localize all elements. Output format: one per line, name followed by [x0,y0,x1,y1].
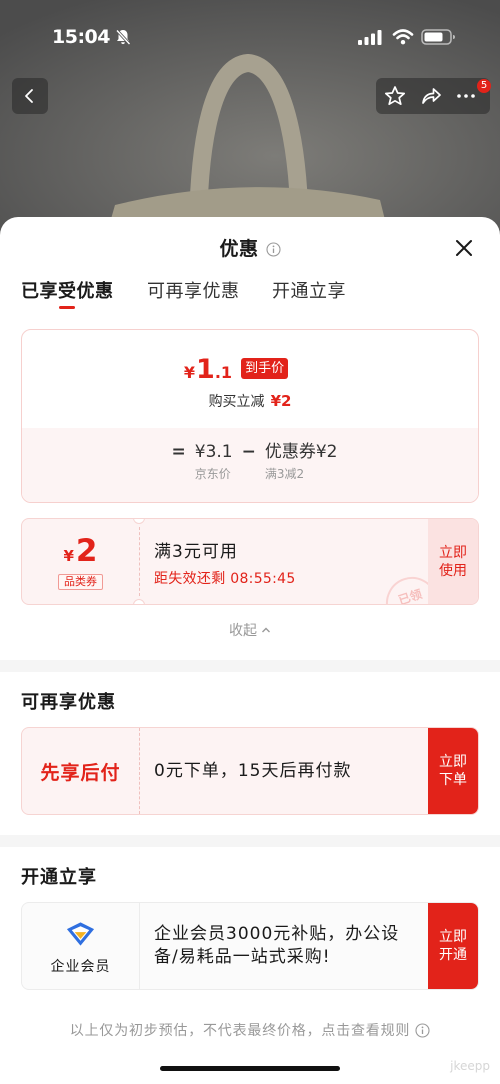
battery-icon [421,29,455,45]
tab-label: 开通立享 [272,281,346,302]
offers-sheet: 优惠 已享受优惠 可再享优惠 开通立享 ¥ 1 .1 到手价 购买立减 ¥2 =… [0,217,500,1084]
coupon-countdown: 距失效还剩 08:55:45 [154,570,296,588]
base-price: ¥3.1 [194,442,233,462]
enterprise-member-section: 企业会员 [22,903,139,989]
pay-later-name-section: 先享后付 [22,728,139,814]
collapse-label: 收起 [229,623,257,639]
base-price-column: ¥3.1 京东价 [195,441,233,482]
coupon-condition: 满3元可用 [154,542,238,562]
info-icon [415,1022,430,1038]
sheet-header: 优惠 [0,236,500,262]
info-icon[interactable] [265,241,281,257]
final-price-row: ¥ 1 .1 到手价 [22,354,478,388]
bell-slash-icon [115,29,131,46]
more-badge: 5 [477,79,491,93]
sheet-title: 优惠 [219,238,259,260]
enterprise-member-name: 企业会员 [50,959,111,975]
share-button[interactable] [413,78,449,114]
enterprise-member-description-text: 企业会员3000元补贴，办公设备/易耗品一站式采购! [154,924,400,967]
wifi-icon [392,29,414,45]
favorite-button[interactable] [377,78,413,114]
coupon-type-badge: 品类券 [58,574,103,590]
final-price: ¥ 1 .1 [184,353,232,390]
equals-sign: = [171,442,186,462]
chevron-up-icon [262,627,270,633]
more-icon [457,94,475,98]
pay-later-name: 先享后付 [40,761,121,784]
membership-title: 开通立享 [21,867,97,888]
order-now-button[interactable]: 立即下单 [428,728,478,814]
back-button[interactable] [12,78,48,114]
base-price-label: 京东价 [194,467,231,481]
enterprise-member-icon [66,922,95,946]
pay-later-description: 0元下单，15天后再付款 [154,728,424,814]
status-bar: 15:04 [0,0,500,60]
rules-note-text: 以上仅为初步预估，不代表最终价格，点击查看规则 [69,1023,411,1039]
final-price-tag: 到手价 [241,357,289,379]
enterprise-member-description: 企业会员3000元补贴，办公设备/易耗品一站式采购! [154,903,406,989]
minus-sign: − [241,442,256,462]
section-divider [0,835,500,847]
tab-active-indicator [59,306,76,309]
claimed-stamp-text: 已领 [396,586,424,605]
coupon-amount: ¥ 2 [22,533,139,569]
price-decimal: .1 [214,362,233,382]
more-offers-title: 可再享优惠 [21,692,116,713]
tab-enjoyed-offers[interactable]: 已享受优惠 [21,280,114,309]
back-icon [25,89,33,103]
card-divider [139,728,140,814]
use-coupon-label: 立即使用 [438,544,467,579]
coupon-amount-value: 2 [75,533,98,569]
tab-more-offers[interactable]: 可再享优惠 [147,280,240,304]
share-icon [422,88,441,104]
price-integer: 1 [196,353,215,385]
pay-later-description-text: 0元下单，15天后再付款 [154,760,352,781]
pay-later-card: 先享后付 0元下单，15天后再付款 立即下单 [21,727,479,815]
coupon-card: ¥ 2 品类券 满3元可用 距失效还剩 08:55:45 已领 立即使用 [21,518,479,605]
close-icon[interactable] [452,236,476,260]
star-icon [384,86,406,106]
collapse-toggle[interactable]: 收起 [0,620,500,640]
discount-row: 购买立减 ¥2 [22,392,478,411]
tab-membership-offers[interactable]: 开通立享 [272,280,346,304]
activate-now-button[interactable]: 立即开通 [428,903,478,989]
coupon-value: 优惠券¥2 [264,442,338,462]
card-divider [139,903,140,989]
coupon-currency: ¥ [63,547,74,565]
price-currency: ¥ [183,362,196,382]
use-coupon-button[interactable]: 立即使用 [428,519,478,604]
countdown-value: 08:55:45 [230,571,296,587]
coupon-notch-bottom [133,599,145,604]
coupon-rule: 满3减2 [264,467,305,481]
tab-label: 已享受优惠 [21,281,114,302]
rules-note[interactable]: 以上仅为初步预估，不代表最终价格，点击查看规则 [0,1020,500,1040]
status-time: 15:04 [52,26,110,48]
coupon-column: 优惠券¥2 满3减2 [265,441,338,482]
section-divider [0,660,500,672]
activate-now-label: 立即开通 [438,929,467,963]
screen: 15:04 5 优惠 已享受优惠 可再享优惠 开通立享 ¥ 1 .1 到手价 购… [0,0,500,1084]
coupon-value-section: ¥ 2 品类券 [22,519,139,604]
watermark: jkeepp [450,1059,490,1073]
price-breakdown: = ¥3.1 京东价 − 优惠券¥2 满3减2 [22,428,478,502]
coupon-divider [139,527,140,596]
discount-amount: ¥2 [270,392,292,410]
tab-label: 可再享优惠 [147,281,240,302]
signal-icon [358,30,382,45]
nav-actions [376,78,490,114]
order-now-label: 立即下单 [438,754,467,788]
countdown-label: 距失效还剩 [154,571,226,587]
enterprise-member-card: 企业会员 企业会员3000元补贴，办公设备/易耗品一站式采购! 立即开通 [21,902,479,990]
discount-label: 购买立减 [208,394,265,410]
price-summary-card: ¥ 1 .1 到手价 购买立减 ¥2 = ¥3.1 京东价 − 优惠券¥2 满3减… [21,329,479,503]
home-indicator[interactable] [160,1066,340,1071]
